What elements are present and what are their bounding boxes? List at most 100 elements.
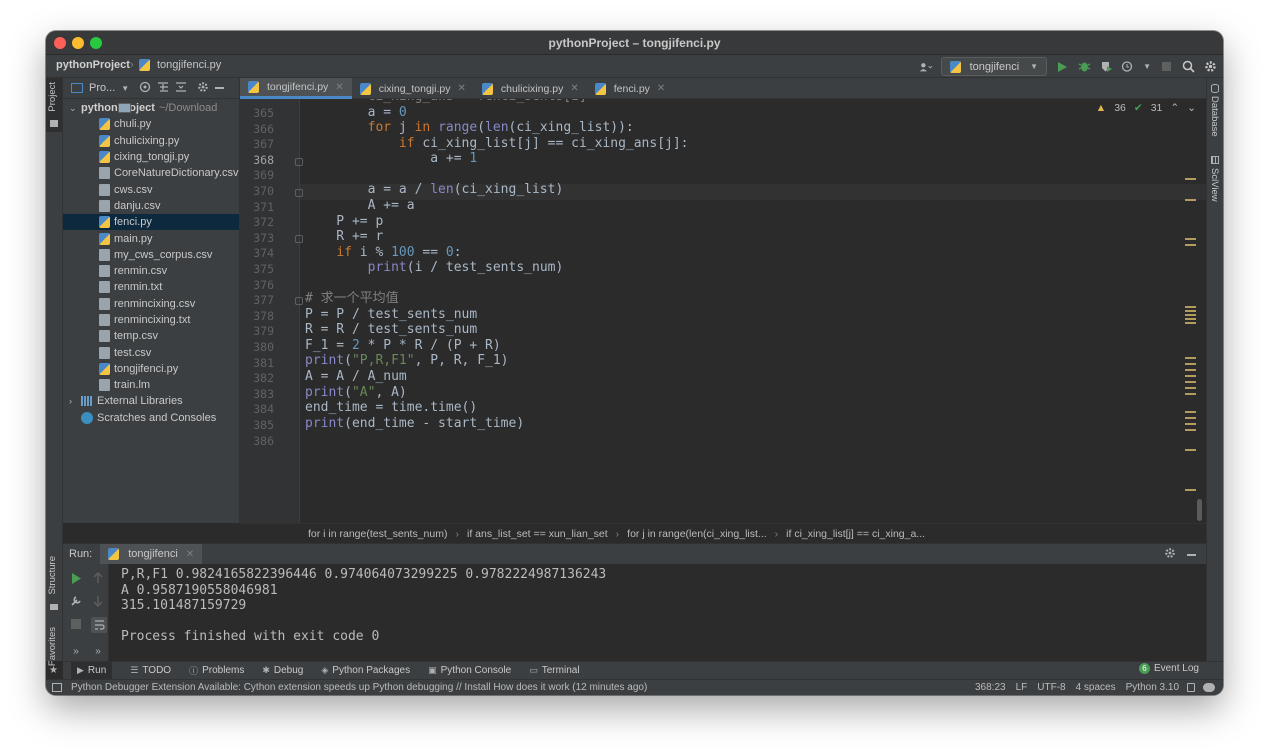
- rerun-icon[interactable]: [69, 571, 83, 585]
- tool-window-debug[interactable]: ✱ Debug: [262, 665, 303, 676]
- tool-window-todo[interactable]: ☰ TODO: [130, 665, 171, 676]
- tree-file-item[interactable]: train.lm: [63, 377, 239, 393]
- tool-window-problems[interactable]: ⓘ Problems: [189, 664, 244, 677]
- nav-project-crumb[interactable]: pythonProject: [56, 59, 130, 71]
- lock-icon[interactable]: [1187, 683, 1195, 692]
- tree-file-item[interactable]: my_cws_corpus.csv: [63, 247, 239, 263]
- breadcrumb-item[interactable]: for i in range(test_sents_num): [308, 528, 447, 540]
- gear-icon[interactable]: [197, 81, 209, 96]
- fold-marker-icon[interactable]: [295, 235, 303, 243]
- tree-file-item[interactable]: renmin.csv: [63, 263, 239, 279]
- chevron-up-icon[interactable]: ⌃: [1170, 102, 1179, 114]
- run-tab-tongjifenci[interactable]: tongjifenci ✕: [100, 543, 203, 565]
- indent-setting[interactable]: 4 spaces: [1076, 682, 1116, 693]
- sciview-tool-button[interactable]: SciView: [1207, 156, 1223, 206]
- editor-tab[interactable]: cixing_tongji.py ✕: [352, 78, 474, 99]
- arrow-up-icon[interactable]: [91, 571, 105, 585]
- debug-icon[interactable]: [1077, 60, 1091, 74]
- close-icon[interactable]: ✕: [335, 82, 343, 93]
- tree-file-item[interactable]: chulicixing.py: [63, 133, 239, 149]
- tree-file-item[interactable]: test.csv: [63, 344, 239, 360]
- editor-scrollbar[interactable]: [1197, 499, 1202, 521]
- code-editor[interactable]: 365 366 367 368 369 370 371 372 373 374 375 376 377 3…: [240, 99, 1206, 523]
- fold-marker-icon[interactable]: [295, 158, 303, 166]
- run-icon[interactable]: [1055, 60, 1069, 74]
- search-icon[interactable]: [1181, 60, 1195, 74]
- hide-panel-icon[interactable]: [215, 87, 225, 89]
- database-tool-button[interactable]: Database: [1207, 84, 1223, 146]
- nav-file-crumb[interactable]: tongjifenci.py: [139, 59, 221, 71]
- breadcrumb-item[interactable]: if ans_list_set == xun_lian_set: [467, 528, 608, 540]
- editor-tab[interactable]: chulicixing.py ✕: [474, 78, 587, 99]
- tree-file-item[interactable]: renmincixing.txt: [63, 312, 239, 328]
- editor-tab[interactable]: tongjifenci.py ✕: [240, 78, 352, 99]
- arrow-down-icon[interactable]: [91, 594, 105, 608]
- hide-panel-icon[interactable]: [1187, 554, 1196, 556]
- tree-file-item[interactable]: temp.csv: [63, 328, 239, 344]
- tree-file-item[interactable]: cws.csv: [63, 181, 239, 197]
- tool-window-python-packages[interactable]: ◈ Python Packages: [321, 665, 410, 676]
- run-console[interactable]: P,R,F1 0.9824165822396446 0.974064073299…: [109, 564, 1206, 661]
- soft-wrap-icon[interactable]: [91, 617, 107, 633]
- close-icon[interactable]: ✕: [457, 83, 465, 94]
- chevron-down-icon[interactable]: ▼: [121, 84, 129, 93]
- favorites-tool-button[interactable]: Favorites ★: [46, 627, 62, 682]
- tool-window-label: Problems: [202, 665, 245, 676]
- chevron-right-icon[interactable]: ›: [69, 396, 81, 406]
- tool-window-run[interactable]: ▶ Run: [71, 662, 113, 679]
- tree-file-item[interactable]: tongjifenci.py: [63, 361, 239, 377]
- tree-file-item[interactable]: renmincixing.csv: [63, 296, 239, 312]
- chevron-down-icon[interactable]: ⌄: [69, 103, 81, 114]
- tree-file-item[interactable]: chuli.py: [63, 116, 239, 132]
- tree-scratches[interactable]: Scratches and Consoles: [63, 410, 239, 426]
- tree-file-item[interactable]: main.py: [63, 230, 239, 246]
- wrench-icon[interactable]: [69, 594, 83, 608]
- tool-window-python-console[interactable]: ▣ Python Console: [428, 665, 511, 676]
- status-message[interactable]: Python Debugger Extension Available: Cyt…: [71, 682, 647, 693]
- tree-file-item[interactable]: danju.csv: [63, 198, 239, 214]
- gear-icon[interactable]: [1164, 547, 1176, 562]
- more-actions-icon[interactable]: »: [91, 644, 105, 658]
- tool-window-terminal[interactable]: ▭ Terminal: [529, 665, 579, 676]
- event-log-button[interactable]: 6 Event Log: [1138, 663, 1199, 674]
- editor-tab[interactable]: fenci.py ✕: [587, 78, 674, 99]
- tree-file-item[interactable]: cixing_tongji.py: [63, 149, 239, 165]
- locate-file-icon[interactable]: [139, 81, 151, 96]
- tree-file-item[interactable]: renmin.txt: [63, 279, 239, 295]
- run-config-selector[interactable]: tongjifenci ▼: [940, 57, 1048, 76]
- chevron-down-icon[interactable]: ▼: [1143, 62, 1151, 71]
- project-tool-button[interactable]: Project: [46, 78, 62, 132]
- inspection-widget[interactable]: ▲ 36 ✔ 31 ⌃ ⌄: [1096, 102, 1196, 114]
- python-interpreter[interactable]: Python 3.10: [1126, 682, 1179, 693]
- tree-external-libraries[interactable]: › External Libraries: [63, 393, 239, 409]
- user-icon[interactable]: [919, 60, 933, 74]
- profile-icon[interactable]: [1121, 60, 1135, 74]
- tree-root-pythonproject[interactable]: ⌄ pythonProject ~/Download: [63, 100, 239, 116]
- close-icon[interactable]: ✕: [186, 549, 194, 560]
- tree-file-item[interactable]: CoreNatureDictionary.csv: [63, 165, 239, 181]
- collapse-all-icon[interactable]: [175, 81, 187, 96]
- stop-icon[interactable]: [69, 617, 83, 631]
- close-icon[interactable]: ✕: [657, 83, 665, 94]
- cloud-icon[interactable]: [1203, 683, 1215, 692]
- chevron-down-icon[interactable]: ⌄: [1187, 102, 1196, 114]
- breadcrumb-item[interactable]: if ci_xing_list[j] == ci_xing_a...: [786, 528, 925, 540]
- settings-gear-icon[interactable]: [1203, 60, 1217, 74]
- fold-marker-icon[interactable]: [295, 189, 303, 197]
- breadcrumb-item[interactable]: for j in range(len(ci_xing_list...: [627, 528, 766, 540]
- text-file-icon: [99, 346, 110, 359]
- file-encoding[interactable]: UTF-8: [1037, 682, 1065, 693]
- caret-position[interactable]: 368:23: [975, 682, 1006, 693]
- fold-marker-icon[interactable]: [295, 297, 303, 305]
- tree-file-item[interactable]: fenci.py: [63, 214, 239, 231]
- close-icon[interactable]: ✕: [570, 83, 578, 94]
- line-separator[interactable]: LF: [1016, 682, 1028, 693]
- more-actions-icon[interactable]: »: [69, 644, 83, 658]
- project-view-selector[interactable]: Pro...: [89, 82, 115, 94]
- coverage-icon[interactable]: [1099, 60, 1113, 74]
- warning-count: 36: [1114, 102, 1126, 114]
- expand-all-icon[interactable]: [157, 81, 169, 96]
- structure-tool-button[interactable]: Structure: [46, 556, 62, 616]
- stop-icon[interactable]: [1159, 60, 1173, 74]
- toggle-tool-windows-icon[interactable]: [52, 683, 62, 692]
